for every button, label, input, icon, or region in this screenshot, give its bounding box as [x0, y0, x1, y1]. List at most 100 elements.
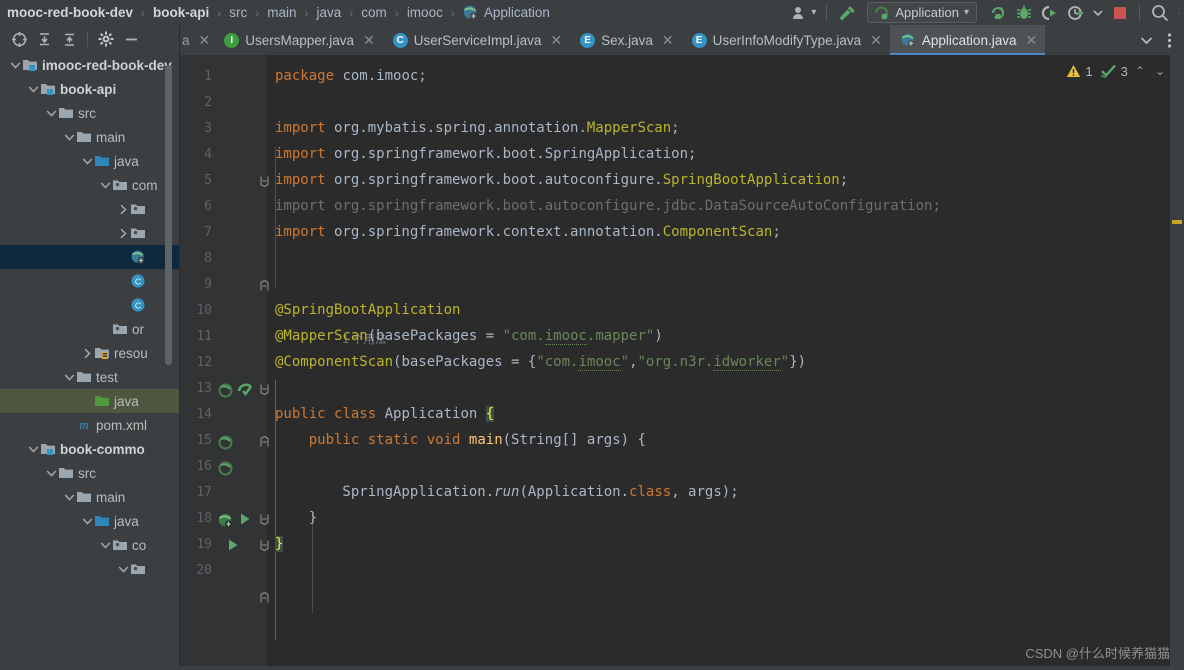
select-opened-file-icon[interactable] [8, 28, 30, 50]
chevron-down-icon[interactable] [26, 445, 40, 454]
run-method-gutter-icon[interactable] [226, 537, 240, 553]
chevron-right-icon[interactable] [80, 348, 94, 359]
code-line[interactable]: @ComponentScan(basePackages = {"com.imoo… [275, 349, 806, 375]
close-icon[interactable]: ✕ [1025, 32, 1037, 49]
breadcrumb-item[interactable]: Application [483, 5, 551, 20]
tree-node[interactable]: src [0, 461, 180, 485]
tree-node[interactable]: C [0, 269, 180, 293]
tree-node[interactable]: test [0, 365, 180, 389]
settings-gear-icon[interactable] [95, 28, 117, 50]
run-configuration-selector[interactable]: Application ▾ [867, 2, 977, 23]
chevron-right-icon[interactable] [116, 228, 130, 239]
run-with-coverage-icon[interactable] [1037, 0, 1063, 25]
breadcrumb-item[interactable]: mooc-red-book-dev [6, 5, 134, 20]
account-caret-icon[interactable]: ▾ [811, 7, 816, 18]
code-line[interactable]: import org.springframework.boot.SpringAp… [275, 141, 696, 167]
tree-node[interactable]: com [0, 173, 180, 197]
inspection-status-widget[interactable]: 1 3 ⌃ ⌄ [1066, 59, 1168, 83]
breadcrumb-item[interactable]: book-api [152, 5, 210, 20]
chevron-down-icon[interactable] [80, 157, 94, 166]
close-icon[interactable]: ✕ [662, 32, 674, 49]
code-line[interactable]: } [275, 505, 317, 531]
tree-node[interactable] [0, 197, 180, 221]
breadcrumb-item[interactable]: imooc [406, 5, 444, 20]
breadcrumb[interactable]: mooc-red-book-dev › book-api › src › main › java… [6, 4, 551, 21]
debug-icon[interactable] [1011, 0, 1037, 25]
chevron-down-icon[interactable] [62, 373, 76, 382]
run-class-gutter-icon[interactable] [238, 511, 252, 527]
spring-boot-class-gutter-icon[interactable] [216, 511, 234, 529]
tree-node[interactable]: java [0, 389, 180, 413]
spring-config-gutter-icon[interactable] [236, 381, 254, 399]
tree-node[interactable]: book-commo [0, 437, 180, 461]
breadcrumb-item[interactable]: src [228, 5, 248, 20]
tab-partial-left[interactable]: a ✕ [180, 25, 214, 55]
tree-node[interactable] [0, 245, 180, 269]
tree-node[interactable]: main [0, 485, 180, 509]
rerun-icon[interactable] [985, 0, 1011, 25]
tree-node[interactable]: C [0, 293, 180, 317]
code-line[interactable]: } [275, 531, 284, 557]
chevron-down-icon[interactable] [98, 541, 112, 550]
spring-bean-gutter-icon[interactable] [216, 381, 234, 399]
chevron-down-icon[interactable] [62, 493, 76, 502]
close-icon[interactable]: ✕ [363, 32, 375, 49]
warning-marker[interactable] [1172, 220, 1182, 224]
close-icon[interactable]: ✕ [199, 32, 211, 49]
breadcrumb-item[interactable]: main [266, 5, 297, 20]
tab-list-dropdown-icon[interactable] [1134, 36, 1158, 45]
chevron-down-icon[interactable]: ▾ [964, 7, 969, 18]
code-line[interactable]: public static void main(String[] args) { [275, 427, 646, 453]
chevron-down-icon[interactable] [80, 517, 94, 526]
code-line[interactable]: import org.springframework.boot.autoconf… [275, 193, 941, 219]
close-icon[interactable]: ✕ [550, 32, 562, 49]
tree-node[interactable]: or [0, 317, 180, 341]
chevron-down-icon[interactable] [44, 109, 58, 118]
next-problem-icon[interactable]: ⌄ [1152, 64, 1168, 78]
chevron-down-icon[interactable] [26, 85, 40, 94]
code-line[interactable]: import org.springframework.boot.autoconf… [275, 167, 848, 193]
editor-tab[interactable]: I UsersMapper.java ✕ [214, 25, 383, 55]
tree-node[interactable]: java [0, 509, 180, 533]
code-line[interactable]: SpringApplication.run(Application.class,… [275, 479, 738, 505]
code-line[interactable]: import org.springframework.context.annot… [275, 219, 781, 245]
breadcrumb-item[interactable]: com [360, 5, 388, 20]
chevron-down-icon[interactable] [116, 565, 130, 574]
code-text[interactable]: 1 个用法 package com.imooc; import org.mybat… [267, 55, 1184, 670]
code-line[interactable]: @MapperScan(basePackages = "com.imooc.ma… [275, 323, 663, 349]
close-icon[interactable]: ✕ [870, 32, 882, 49]
tree-node[interactable]: co [0, 533, 180, 557]
settings-icon[interactable] [1174, 0, 1184, 25]
previous-problem-icon[interactable]: ⌃ [1132, 64, 1148, 78]
tree-node[interactable] [0, 221, 180, 245]
breadcrumb-item[interactable]: java [316, 5, 343, 20]
tab-options-icon[interactable] [1160, 32, 1178, 49]
code-line[interactable]: public class Application { [275, 401, 495, 427]
chevron-right-icon[interactable] [116, 204, 130, 215]
expand-all-icon[interactable] [33, 28, 55, 50]
profiler-dropdown-icon[interactable] [1089, 0, 1107, 25]
tree-node[interactable]: m pom.xml [0, 413, 180, 437]
chevron-down-icon[interactable] [98, 181, 112, 190]
chevron-down-icon[interactable] [62, 133, 76, 142]
hide-panel-icon[interactable] [120, 28, 142, 50]
editor-tab[interactable]: E UserInfoModifyType.java ✕ [682, 25, 890, 55]
chevron-down-icon[interactable] [44, 469, 58, 478]
editor-tab[interactable]: Application.java ✕ [889, 25, 1046, 55]
tree-node[interactable]: main [0, 125, 180, 149]
project-tree-scrollbar[interactable] [165, 65, 172, 365]
editor-tab[interactable]: C UserServiceImpl.java ✕ [383, 25, 570, 55]
profiler-icon[interactable] [1063, 0, 1089, 25]
tree-node[interactable]: resou [0, 341, 180, 365]
collapse-all-icon[interactable] [58, 28, 80, 50]
tree-node[interactable] [0, 557, 180, 581]
code-line[interactable]: package com.imooc; [275, 63, 427, 89]
spring-bean-gutter-icon-2[interactable] [216, 433, 234, 451]
editor-tab[interactable]: E Sex.java ✕ [570, 25, 682, 55]
tree-node[interactable]: book-api [0, 77, 180, 101]
tree-node[interactable]: imooc-red-book-dev [0, 53, 180, 77]
spring-bean-gutter-icon-3[interactable] [216, 459, 234, 477]
code-line[interactable]: import org.mybatis.spring.annotation.Map… [275, 115, 680, 141]
user-account-icon[interactable]: ▾ [787, 0, 820, 25]
stop-icon[interactable] [1107, 0, 1133, 25]
